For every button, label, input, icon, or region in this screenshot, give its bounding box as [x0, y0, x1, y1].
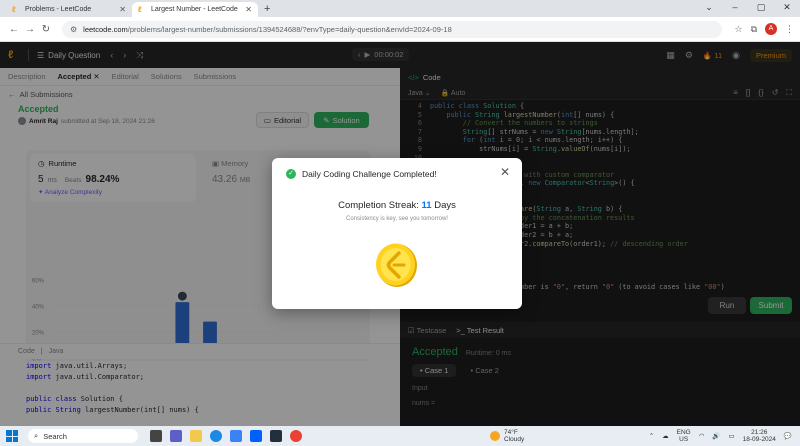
store-icon[interactable]	[230, 430, 242, 442]
region-code: US	[679, 436, 689, 443]
wifi-icon[interactable]: ◠	[699, 432, 705, 440]
chevron-down-icon[interactable]: ⌄	[696, 0, 722, 17]
taskbar-search-label: Search	[43, 431, 67, 441]
site-info-icon[interactable]: ⚙	[70, 25, 77, 34]
leetcode-favicon-icon: ℓ	[12, 4, 16, 14]
volume-icon[interactable]: 🔊	[712, 432, 720, 440]
browser-toolbar: ← → ↻ ⚙ leetcode.com /problems/largest-n…	[0, 17, 800, 42]
leetcode-coin-icon	[376, 243, 417, 287]
weather-condition: Cloudy	[504, 436, 525, 443]
browser-tab-bar: ℓ Problems - LeetCode ✕ ℓ Largest Number…	[0, 0, 800, 17]
modal-title: Daily Coding Challenge Completed!	[302, 169, 437, 179]
menu-kebab-icon[interactable]: ⋮	[785, 24, 794, 35]
url-host: leetcode.com	[83, 24, 128, 34]
tray-chevron-icon[interactable]: ⌃	[649, 432, 654, 440]
weather-widget[interactable]: 74°F Cloudy	[490, 429, 524, 443]
chrome-icon[interactable]	[290, 430, 302, 442]
tab-close-icon[interactable]: ✕	[245, 5, 252, 14]
tab-title: Problems - LeetCode	[25, 6, 92, 13]
reload-icon[interactable]: ↻	[38, 24, 54, 35]
lang-code: ENG	[676, 429, 691, 436]
dropbox-icon[interactable]	[250, 430, 262, 442]
streak-value: 11	[421, 200, 432, 211]
taskbar-search[interactable]: ⌕ Search	[28, 429, 138, 443]
windows-taskbar: ⌕ Search 74°F Cloudy ⌃ ☁ ENG US ◠ 🔊 ▭ 21…	[0, 426, 800, 446]
taskbar-apps	[150, 430, 302, 442]
edge-icon[interactable]	[210, 430, 222, 442]
notifications-icon[interactable]: 💬	[784, 432, 792, 440]
tab-title: Largest Number - LeetCode	[151, 6, 238, 13]
browser-tab-problems[interactable]: ℓ Problems - LeetCode ✕	[6, 2, 132, 17]
window-controls: ⌄ – ▢ ✕	[696, 0, 800, 17]
task-view-icon[interactable]	[150, 430, 162, 442]
close-icon[interactable]: ✕	[500, 165, 510, 179]
clock-time: 21:26	[751, 429, 768, 436]
browser-tab-largest-number[interactable]: ℓ Largest Number - LeetCode ✕	[132, 2, 258, 17]
weather-sun-icon	[490, 431, 500, 441]
battery-icon[interactable]: ▭	[729, 432, 735, 440]
system-tray: ⌃ ☁ ENG US ◠ 🔊 ▭ 21:26 18-09-2024 💬	[649, 429, 800, 443]
address-bar[interactable]: ⚙ leetcode.com /problems/largest-number/…	[62, 20, 722, 38]
bookmark-star-icon[interactable]: ☆	[734, 24, 742, 35]
minimize-icon[interactable]: –	[722, 0, 748, 17]
modal-header: ✓ Daily Coding Challenge Completed!	[286, 169, 437, 179]
teams-icon[interactable]	[170, 430, 182, 442]
completion-modal: ✓ Daily Coding Challenge Completed! ✕ Co…	[272, 158, 522, 309]
clock-date: 18-09-2024	[742, 436, 776, 443]
file-explorer-icon[interactable]	[190, 430, 202, 442]
clock[interactable]: 21:26 18-09-2024	[743, 429, 776, 443]
leetcode-favicon-icon: ℓ	[138, 4, 142, 14]
url-path: /problems/largest-number/submissions/139…	[127, 24, 452, 34]
profile-avatar[interactable]: A	[765, 23, 777, 35]
extensions-icon[interactable]: ⧉	[751, 24, 757, 35]
modal-subtitle: Consistency is key, see you tomorrow!	[346, 216, 448, 222]
forward-icon[interactable]: →	[22, 24, 38, 35]
maximize-icon[interactable]: ▢	[748, 0, 774, 17]
back-icon[interactable]: ←	[6, 24, 22, 35]
close-window-icon[interactable]: ✕	[774, 0, 800, 17]
streak-unit: Days	[434, 200, 456, 211]
windows-start-icon[interactable]	[6, 430, 18, 442]
check-circle-icon: ✓	[286, 169, 296, 179]
language-indicator[interactable]: ENG US	[677, 429, 691, 443]
new-tab-icon[interactable]: +	[264, 3, 270, 15]
tab-close-icon[interactable]: ✕	[119, 5, 126, 14]
completion-streak: Completion Streak: 11 Days	[272, 200, 522, 211]
search-icon: ⌕	[34, 431, 39, 440]
streak-label: Completion Streak:	[338, 200, 419, 211]
tray-app-icon[interactable]: ☁	[662, 432, 669, 440]
amazon-icon[interactable]	[270, 430, 282, 442]
weather-temp: 74°F	[504, 429, 518, 436]
